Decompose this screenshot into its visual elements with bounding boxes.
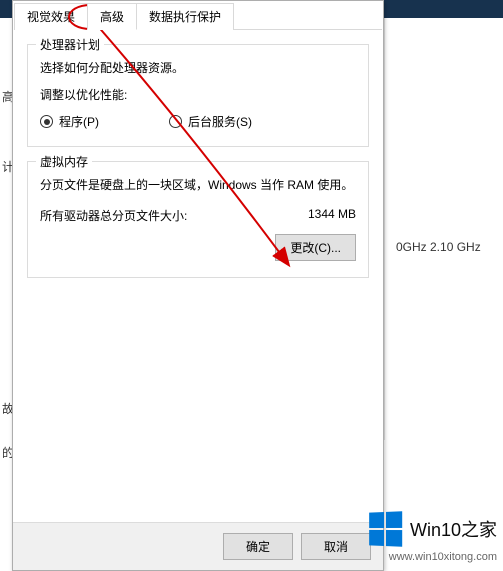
watermark-url: www.win10xitong.com (389, 551, 497, 563)
windows-logo-icon (369, 511, 402, 546)
scheduler-desc: 选择如何分配处理器资源。 (40, 59, 356, 76)
watermark: Win10之家 (368, 512, 497, 546)
vmem-total-label: 所有驱动器总分页文件大小: (40, 207, 187, 224)
group-title-scheduler: 处理器计划 (36, 36, 104, 53)
ok-button[interactable]: 确定 (223, 533, 293, 560)
tab-dep[interactable]: 数据执行保护 (136, 3, 234, 30)
watermark-title: Win10之家 (410, 516, 497, 542)
tabstrip: 视觉效果 高级 数据执行保护 (14, 2, 382, 30)
radio-services-label: 后台服务(S) (188, 113, 252, 130)
group-title-vmem: 虚拟内存 (36, 153, 92, 170)
radio-background-services[interactable]: 后台服务(S) (169, 113, 252, 130)
radio-programs[interactable]: 程序(P) (40, 113, 99, 130)
tab-visual-effects[interactable]: 视觉效果 (14, 3, 88, 30)
change-button[interactable]: 更改(C)... (275, 234, 356, 261)
group-processor-scheduling: 处理器计划 选择如何分配处理器资源。 调整以优化性能: 程序(P) 后台服务(S… (27, 44, 369, 147)
vmem-total-value: 1344 MB (308, 207, 356, 224)
tab-panel-advanced: 处理器计划 选择如何分配处理器资源。 调整以优化性能: 程序(P) 后台服务(S… (13, 30, 383, 306)
performance-options-dialog: 视觉效果 高级 数据执行保护 处理器计划 选择如何分配处理器资源。 调整以优化性… (12, 0, 384, 571)
scheduler-adjust-label: 调整以优化性能: (40, 86, 356, 103)
bg-cpu-freq: 0GHz 2.10 GHz (396, 240, 481, 254)
background-panel (384, 18, 503, 440)
radio-dot-icon (40, 115, 53, 128)
tab-advanced[interactable]: 高级 (87, 3, 137, 30)
cancel-button[interactable]: 取消 (301, 533, 371, 560)
radio-dot-icon (169, 115, 182, 128)
radio-programs-label: 程序(P) (59, 113, 99, 130)
group-virtual-memory: 虚拟内存 分页文件是硬盘上的一块区域，Windows 当作 RAM 使用。 所有… (27, 161, 369, 278)
dialog-footer: 确定 取消 (13, 522, 383, 570)
vmem-desc: 分页文件是硬盘上的一块区域，Windows 当作 RAM 使用。 (40, 176, 356, 193)
